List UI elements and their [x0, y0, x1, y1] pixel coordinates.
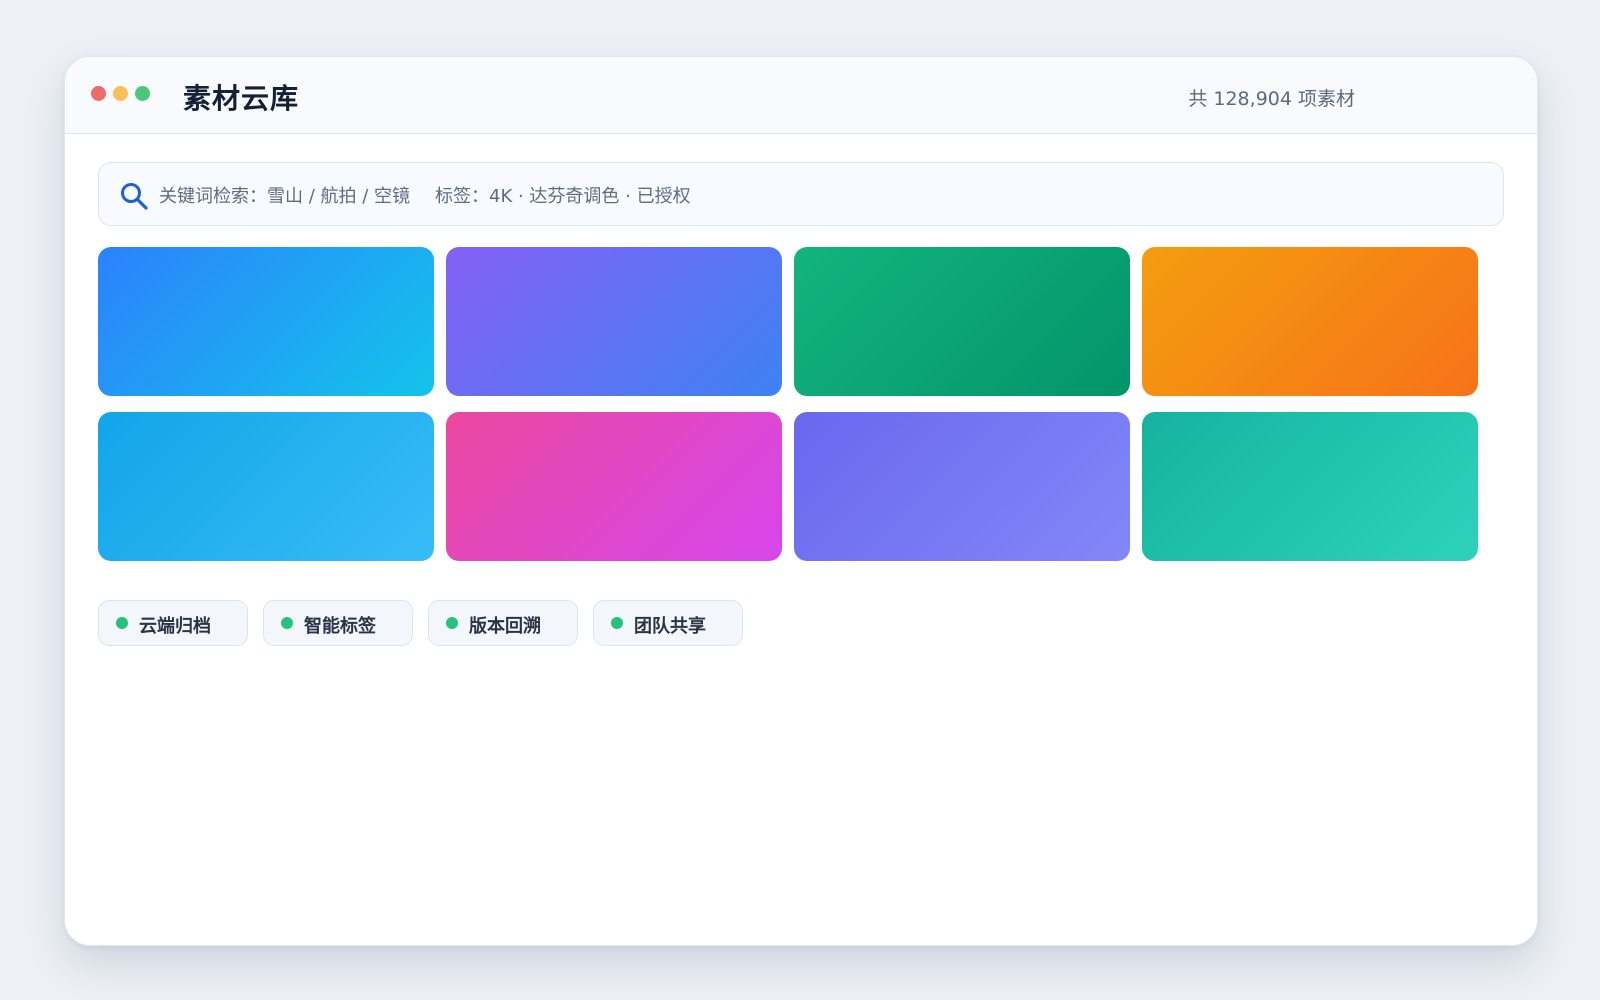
asset-thumbnail[interactable]: [98, 412, 434, 561]
search-query-text: 关键词检索：雪山 / 航拍 / 空镜: [159, 186, 411, 207]
feature-chip-label: 智能标签: [304, 616, 376, 637]
asset-thumbnail[interactable]: [1142, 247, 1478, 396]
feature-chip-label: 团队共享: [634, 616, 706, 637]
asset-count-label: 共 128,904 项素材: [1188, 88, 1355, 110]
minimize-window-button[interactable]: [113, 86, 128, 101]
search-tags-text: 标签：4K · 达芬奇调色 · 已授权: [435, 186, 691, 207]
maximize-window-button[interactable]: [135, 86, 150, 101]
asset-thumbnail[interactable]: [794, 412, 1130, 561]
feature-chip-cloud-archive[interactable]: 云端归档: [98, 600, 248, 646]
asset-thumbnail[interactable]: [1142, 412, 1478, 561]
title-bar: 素材云库 共 128,904 项素材: [65, 57, 1537, 134]
status-dot-icon: [116, 617, 128, 629]
search-icon: [121, 183, 148, 210]
asset-thumbnail[interactable]: [446, 247, 782, 396]
feature-chip-label: 版本回溯: [469, 616, 541, 637]
asset-thumbnail[interactable]: [794, 247, 1130, 396]
app-title: 素材云库: [183, 82, 300, 115]
asset-thumbnail[interactable]: [446, 412, 782, 561]
feature-chip-label: 云端归档: [139, 616, 211, 637]
feature-chip-team-sharing[interactable]: 团队共享: [593, 600, 743, 646]
search-bar[interactable]: 关键词检索：雪山 / 航拍 / 空镜 标签：4K · 达芬奇调色 · 已授权: [98, 162, 1504, 226]
feature-chip-version-history[interactable]: 版本回溯: [428, 600, 578, 646]
feature-chip-smart-tags[interactable]: 智能标签: [263, 600, 413, 646]
status-dot-icon: [611, 617, 623, 629]
app-window: 素材云库 共 128,904 项素材 关键词检索：雪山 / 航拍 / 空镜 标签…: [64, 56, 1538, 946]
asset-thumbnail[interactable]: [98, 247, 434, 396]
status-dot-icon: [281, 617, 293, 629]
close-window-button[interactable]: [91, 86, 106, 101]
status-dot-icon: [446, 617, 458, 629]
